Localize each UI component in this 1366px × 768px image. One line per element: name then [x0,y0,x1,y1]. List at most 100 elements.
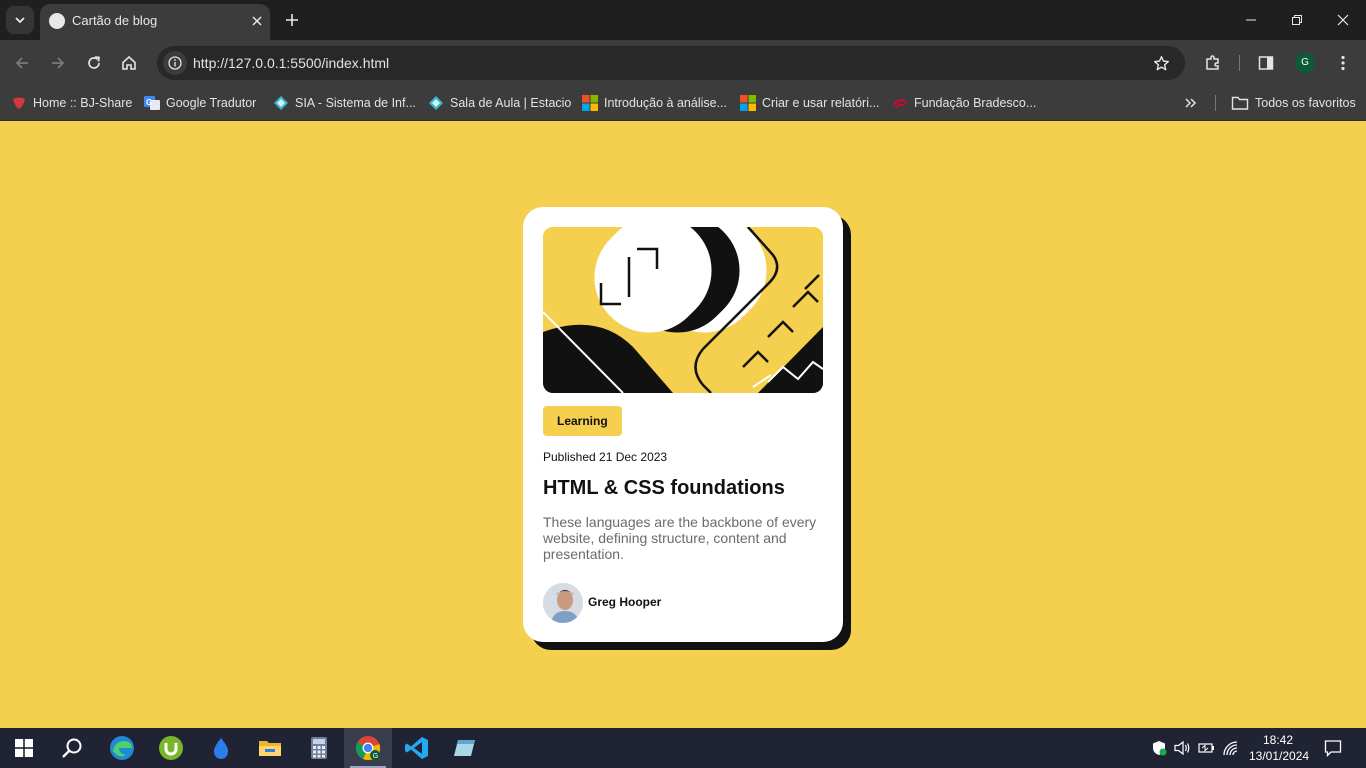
address-bar[interactable]: http://127.0.0.1:5500/index.html [157,46,1185,80]
close-icon [252,16,262,26]
arrow-left-icon [15,57,28,69]
shield-icon [1153,741,1167,756]
taskbar-app-calculator[interactable] [295,728,343,768]
bookmark-label: Fundação Bradesco... [914,96,1037,110]
puzzle-icon [1206,55,1219,70]
profile-avatar[interactable]: G [1295,53,1315,73]
double-chevron-right-icon [1185,98,1197,108]
bj-share-icon [13,97,25,109]
card-illustration [543,227,823,393]
restore-icon [1292,15,1302,25]
plus-icon [286,14,298,26]
browser-tab[interactable]: Cartão de blog [40,4,270,40]
forward-button[interactable] [45,50,71,76]
tab-favicon-icon [49,13,65,29]
google-translate-icon: G [144,96,160,110]
drop-icon [213,738,229,759]
taskbar-clock[interactable]: 18:42 13/01/2024 [1249,732,1310,764]
bradesco-icon [893,98,907,109]
speaker-icon [1174,740,1190,756]
bookmark-label: SIA - Sistema de Inf... [295,96,416,110]
windows-taskbar: G 18:42 13/01/2024 [0,728,1366,768]
menu-button[interactable] [1330,50,1356,76]
search-icon [62,738,82,758]
home-icon [122,55,136,70]
bookmarks-bar: Home :: BJ-Share G Google Tradutor SIA -… [0,85,1366,121]
arrow-right-icon [52,57,65,69]
bookmark-item[interactable]: Introdução à análise... [582,93,727,113]
card-title[interactable]: HTML & CSS foundations [543,477,785,500]
category-tag: Learning [543,406,622,436]
more-bookmarks-button[interactable] [1184,93,1198,113]
close-window-button[interactable] [1320,0,1366,40]
taskbar-app-chrome[interactable]: G [344,728,392,768]
clock-time: 18:42 [1262,733,1294,747]
taskbar-app-utorrent[interactable] [147,728,195,768]
tray-security[interactable] [1150,739,1168,757]
tray-battery[interactable] [1198,739,1216,757]
card-description: These languages are the backbone of ever… [543,514,817,562]
tab-close-button[interactable] [247,11,267,31]
bookmark-label: Home :: BJ-Share [33,96,133,110]
info-icon [168,56,182,70]
person-icon [543,583,583,623]
edge-icon [110,736,134,760]
tray-network[interactable] [1222,739,1240,757]
chrome-icon: G [355,736,381,761]
start-icon [15,739,33,757]
close-icon [1337,14,1349,26]
bookmark-item[interactable]: G Google Tradutor [144,93,256,113]
browser-toolbar: http://127.0.0.1:5500/index.html G [0,40,1366,85]
wifi-icon [1223,741,1238,756]
author-avatar [543,583,583,623]
bookmark-label: Sala de Aula | Estacio [450,96,572,110]
chevron-down-icon [15,17,25,24]
estacio-icon [429,96,443,110]
svg-text:G: G [146,98,152,107]
minimize-button[interactable] [1228,0,1274,40]
taskbar-search-button[interactable] [48,728,96,768]
home-button[interactable] [116,50,142,76]
taskbar-app-vscode[interactable] [393,728,441,768]
all-bookmarks-button[interactable]: Todos os favoritos [1231,93,1356,113]
taskbar-app-edge[interactable] [98,728,146,768]
taskbar-app-notes[interactable] [441,728,489,768]
notes-icon [454,740,475,756]
reload-button[interactable] [81,50,107,76]
author-name: Greg Hooper [588,595,662,609]
file-explorer-icon [259,741,281,756]
utorrent-icon [159,736,183,760]
bookmark-item[interactable]: SIA - Sistema de Inf... [273,93,416,113]
side-panel-icon [1258,56,1274,70]
notifications-button[interactable] [1324,739,1342,757]
blog-preview-card: Learning Published 21 Dec 2023 HTML & CS… [523,207,843,642]
taskbar-app-explorer[interactable] [246,728,294,768]
taskbar-app-drop[interactable] [197,728,245,768]
bookmark-item[interactable]: Criar e usar relatóri... [740,93,879,113]
extensions-button[interactable] [1200,50,1226,76]
bookmark-star-button[interactable] [1150,52,1172,74]
bookmark-label: Google Tradutor [166,96,257,110]
sia-icon [274,96,288,110]
back-button[interactable] [9,50,35,76]
new-tab-button[interactable] [281,9,303,31]
clock-date: 13/01/2024 [1249,749,1310,763]
all-bookmarks-label: Todos os favoritos [1255,96,1356,110]
url-text[interactable]: http://127.0.0.1:5500/index.html [193,55,389,71]
browser-tab-strip: Cartão de blog [0,0,1366,40]
start-button[interactable] [0,728,48,768]
star-icon [1153,55,1169,70]
restore-button[interactable] [1274,0,1320,40]
side-panel-button[interactable] [1253,50,1279,76]
tab-search-button[interactable] [6,6,34,34]
reload-icon [88,56,100,69]
tray-volume[interactable] [1174,739,1192,757]
bookmark-item[interactable]: Home :: BJ-Share [11,93,132,113]
tab-title: Cartão de blog [72,13,158,28]
more-vertical-icon [1341,55,1345,71]
bookmark-item[interactable]: Fundação Bradesco... [892,93,1036,113]
bookmark-item[interactable]: Sala de Aula | Estacio [428,93,571,113]
calculator-icon [311,737,327,759]
site-info-button[interactable] [163,51,187,75]
toolbar-separator [1239,55,1240,71]
